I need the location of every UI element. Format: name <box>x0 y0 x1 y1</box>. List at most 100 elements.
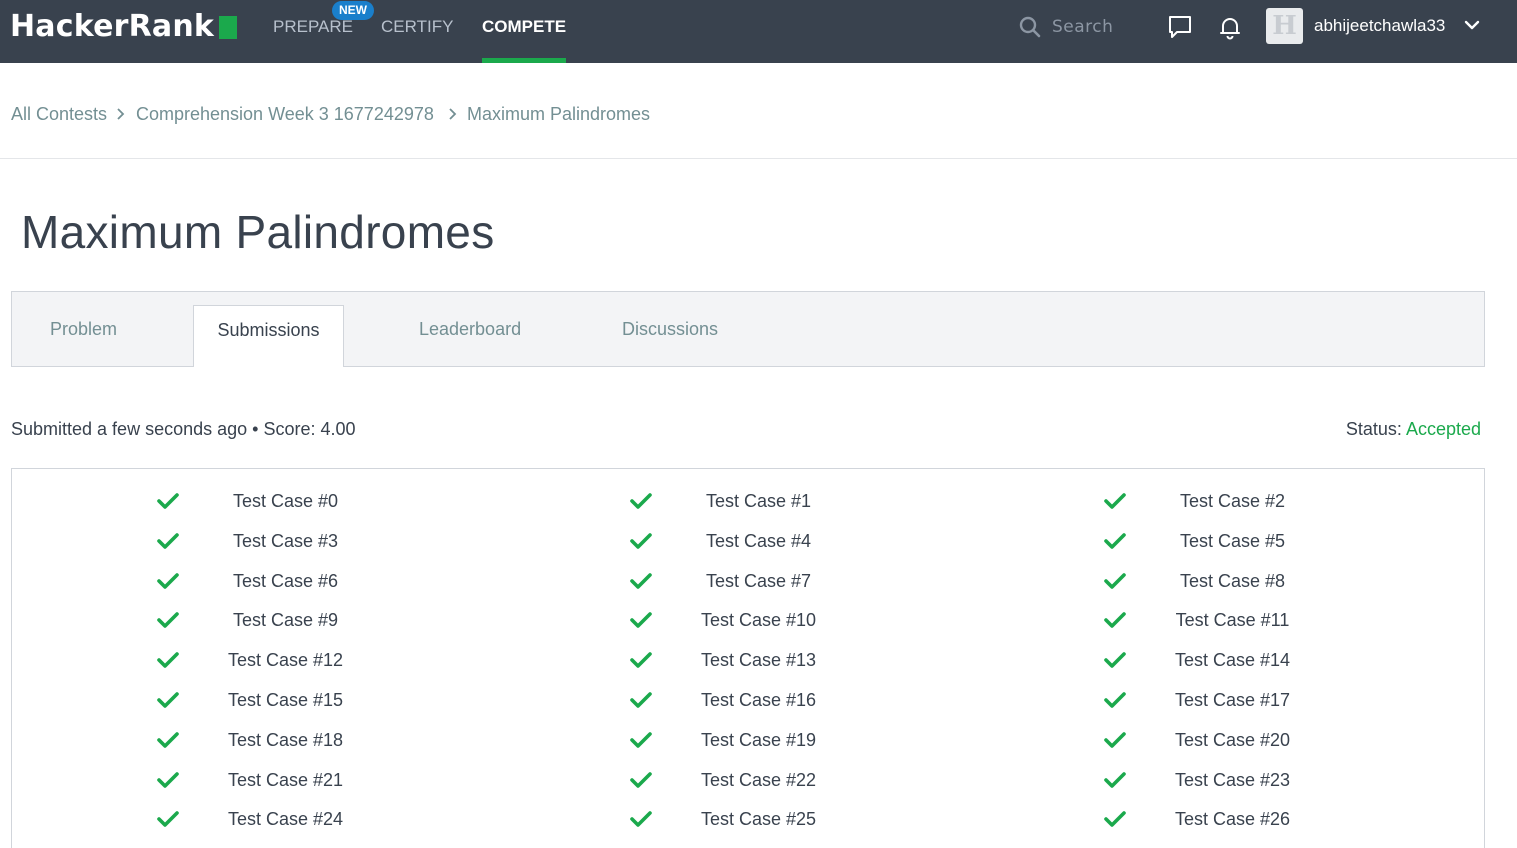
new-badge: NEW <box>332 1 374 20</box>
check-icon <box>630 612 652 629</box>
test-case-label: Test Case #13 <box>700 650 817 671</box>
check-icon <box>157 572 179 589</box>
check-icon <box>1104 532 1126 549</box>
check-icon <box>1104 771 1126 788</box>
username[interactable]: abhijeetchawla33 <box>1314 12 1445 40</box>
logo-mark <box>219 16 237 39</box>
test-case-label: Test Case #11 <box>1175 610 1290 631</box>
nav-certify[interactable]: CERTIFY <box>381 0 453 63</box>
check-icon <box>630 532 652 549</box>
search-icon[interactable] <box>1018 15 1042 39</box>
check-icon <box>630 572 652 589</box>
test-case-label: Test Case #19 <box>700 729 817 750</box>
tab-problem[interactable]: Problem <box>50 292 117 366</box>
test-case-label: Test Case #9 <box>232 610 339 631</box>
status-value: Accepted <box>1405 419 1481 439</box>
test-case-column: Test Case #1 Test Case #4 Test Case #7 Test… <box>630 485 930 843</box>
tab-submissions[interactable]: Submissions <box>193 305 344 367</box>
test-case-row[interactable]: Test Case #5 <box>1104 525 1404 565</box>
check-icon <box>157 811 179 828</box>
test-case-label: Test Case #12 <box>227 650 344 671</box>
test-case-row[interactable]: Test Case #18 <box>157 724 457 764</box>
test-case-label: Test Case #1 <box>705 491 812 511</box>
check-icon <box>157 612 179 629</box>
test-case-row[interactable]: Test Case #9 <box>157 604 457 644</box>
test-case-label: Test Case #8 <box>1179 570 1286 591</box>
chevron-down-icon[interactable] <box>1462 15 1482 35</box>
test-case-column: Test Case #2 Test Case #5 Test Case #8 Test… <box>1104 485 1404 843</box>
check-icon <box>630 493 652 509</box>
breadcrumb-contest[interactable]: Comprehension Week 3 1677242978 <box>136 101 434 127</box>
page-title: Maximum Palindromes <box>21 206 495 258</box>
tab-discussions[interactable]: Discussions <box>622 292 718 366</box>
test-case-row[interactable]: Test Case #12 <box>157 644 457 684</box>
challenge-tabs: Problem Submissions Leaderboard Discussi… <box>11 291 1485 367</box>
test-case-label: Test Case #15 <box>227 689 344 710</box>
test-case-label: Test Case #26 <box>1174 809 1291 830</box>
test-case-row[interactable]: Test Case #11 <box>1104 604 1404 644</box>
breadcrumb-challenge[interactable]: Maximum Palindromes <box>467 101 650 127</box>
test-case-row[interactable]: Test Case #19 <box>630 724 930 764</box>
test-case-row[interactable]: Test Case #16 <box>630 684 930 724</box>
test-case-row[interactable]: Test Case #2 <box>1104 485 1404 525</box>
test-case-label: Test Case #18 <box>227 729 344 750</box>
test-case-row[interactable]: Test Case #6 <box>157 565 457 605</box>
test-case-label: Test Case #16 <box>700 689 817 710</box>
test-case-label: Test Case #21 <box>227 769 344 790</box>
check-icon <box>1104 692 1126 708</box>
test-case-row[interactable]: Test Case #21 <box>157 764 457 804</box>
test-case-row[interactable]: Test Case #23 <box>1104 764 1404 804</box>
breadcrumb-all-contests[interactable]: All Contests <box>11 101 107 127</box>
test-case-label: Test Case #10 <box>700 610 817 631</box>
nav-compete[interactable]: COMPETE <box>482 0 567 63</box>
test-case-label: Test Case #0 <box>232 491 339 511</box>
test-case-row[interactable]: Test Case #26 <box>1104 803 1404 843</box>
test-case-label: Test Case #4 <box>705 530 812 551</box>
test-case-label: Test Case #25 <box>700 809 817 830</box>
check-icon <box>630 811 652 828</box>
avatar[interactable]: H <box>1266 8 1303 44</box>
test-case-row[interactable]: Test Case #14 <box>1104 644 1404 684</box>
check-icon <box>157 652 179 668</box>
chevron-right-icon <box>449 108 457 120</box>
test-case-label: Test Case #24 <box>227 809 344 830</box>
test-case-row[interactable]: Test Case #4 <box>630 525 930 565</box>
test-case-label: Test Case #5 <box>1179 530 1286 551</box>
test-case-row[interactable]: Test Case #24 <box>157 803 457 843</box>
test-case-row[interactable]: Test Case #7 <box>630 565 930 605</box>
submission-status: Status: Accepted <box>1346 416 1481 442</box>
status-label: Status: <box>1345 419 1402 439</box>
test-case-row[interactable]: Test Case #8 <box>1104 565 1404 605</box>
check-icon <box>157 771 179 788</box>
test-case-row[interactable]: Test Case #22 <box>630 764 930 804</box>
chevron-right-icon <box>117 108 125 120</box>
test-case-row[interactable]: Test Case #25 <box>630 803 930 843</box>
test-case-row[interactable]: Test Case #17 <box>1104 684 1404 724</box>
tab-leaderboard[interactable]: Leaderboard <box>419 292 521 366</box>
test-case-label: Test Case #20 <box>1174 729 1291 750</box>
hackerrank-logo[interactable]: HackerRank <box>10 10 214 44</box>
check-icon <box>1104 811 1126 828</box>
search-input[interactable] <box>1052 14 1152 40</box>
test-case-row[interactable]: Test Case #10 <box>630 604 930 644</box>
notifications-bell-icon[interactable] <box>1217 14 1243 40</box>
test-case-label: Test Case #7 <box>705 570 812 591</box>
test-case-row[interactable]: Test Case #3 <box>157 525 457 565</box>
check-icon <box>1104 652 1126 668</box>
messages-icon[interactable] <box>1167 14 1193 40</box>
top-nav-bar: HackerRank PREPARE NEW CERTIFY COMPETE H… <box>0 0 1517 63</box>
test-cases-panel: Test Case #0 Test Case #3 Test Case #6 Test… <box>11 468 1485 848</box>
test-case-row[interactable]: Test Case #0 <box>157 485 457 525</box>
test-case-column: Test Case #0 Test Case #3 Test Case #6 Test… <box>157 485 457 843</box>
check-icon <box>157 532 179 549</box>
test-case-label: Test Case #6 <box>232 570 339 591</box>
test-case-row[interactable]: Test Case #20 <box>1104 724 1404 764</box>
test-case-row[interactable]: Test Case #1 <box>630 485 930 525</box>
test-case-row[interactable]: Test Case #13 <box>630 644 930 684</box>
test-case-label: Test Case #2 <box>1179 491 1286 511</box>
check-icon <box>157 493 179 509</box>
test-case-row[interactable]: Test Case #15 <box>157 684 457 724</box>
check-icon <box>630 652 652 668</box>
check-icon <box>630 731 652 748</box>
test-case-label: Test Case #22 <box>700 769 817 790</box>
